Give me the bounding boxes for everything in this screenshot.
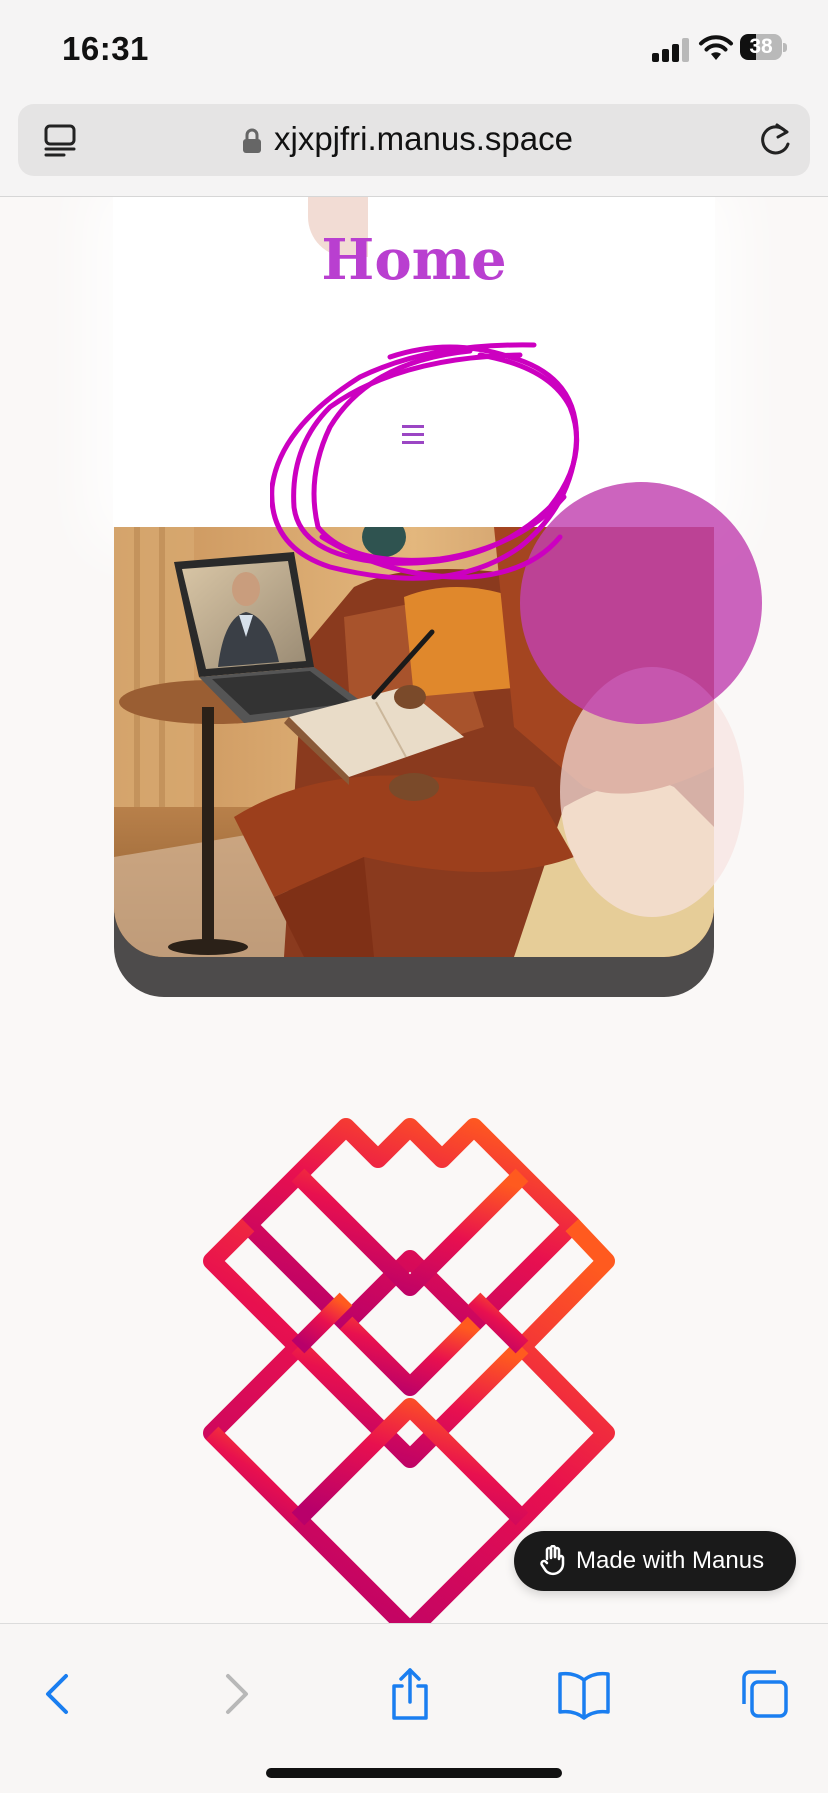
browser-address-area: xjxpjfri.manus.space: [0, 100, 828, 197]
home-indicator[interactable]: [266, 1768, 562, 1778]
chevron-left-icon[interactable]: [28, 1664, 88, 1724]
web-page: Home Made with Manus: [0, 197, 828, 1623]
tabs-icon[interactable]: [734, 1664, 794, 1724]
address-bar[interactable]: xjxpjfri.manus.space: [18, 104, 810, 176]
status-time: 16:31: [62, 30, 149, 67]
status-bar: 16:31 38: [0, 0, 828, 100]
browser-toolbar: [0, 1623, 828, 1793]
manus-hand-icon: [540, 1545, 565, 1576]
page-title: Home: [321, 227, 507, 293]
share-icon[interactable]: [380, 1664, 440, 1724]
cellular-signal-icon: [652, 38, 692, 62]
battery-percent: 38: [749, 35, 773, 58]
tab-overview-icon[interactable]: [42, 122, 78, 158]
battery-icon: 38: [740, 34, 788, 62]
chevron-right-icon[interactable]: [206, 1664, 266, 1724]
wifi-icon: [699, 35, 733, 60]
url-text[interactable]: xjxpjfri.manus.space: [274, 120, 573, 158]
hamburger-menu-icon[interactable]: [402, 425, 424, 445]
reload-icon[interactable]: [756, 120, 794, 160]
made-with-manus-badge[interactable]: Made with Manus: [514, 1531, 796, 1591]
lock-icon: [243, 128, 261, 153]
decorative-circle-purple: [520, 482, 762, 724]
book-icon[interactable]: [554, 1664, 614, 1724]
badge-label: Made with Manus: [576, 1547, 765, 1574]
